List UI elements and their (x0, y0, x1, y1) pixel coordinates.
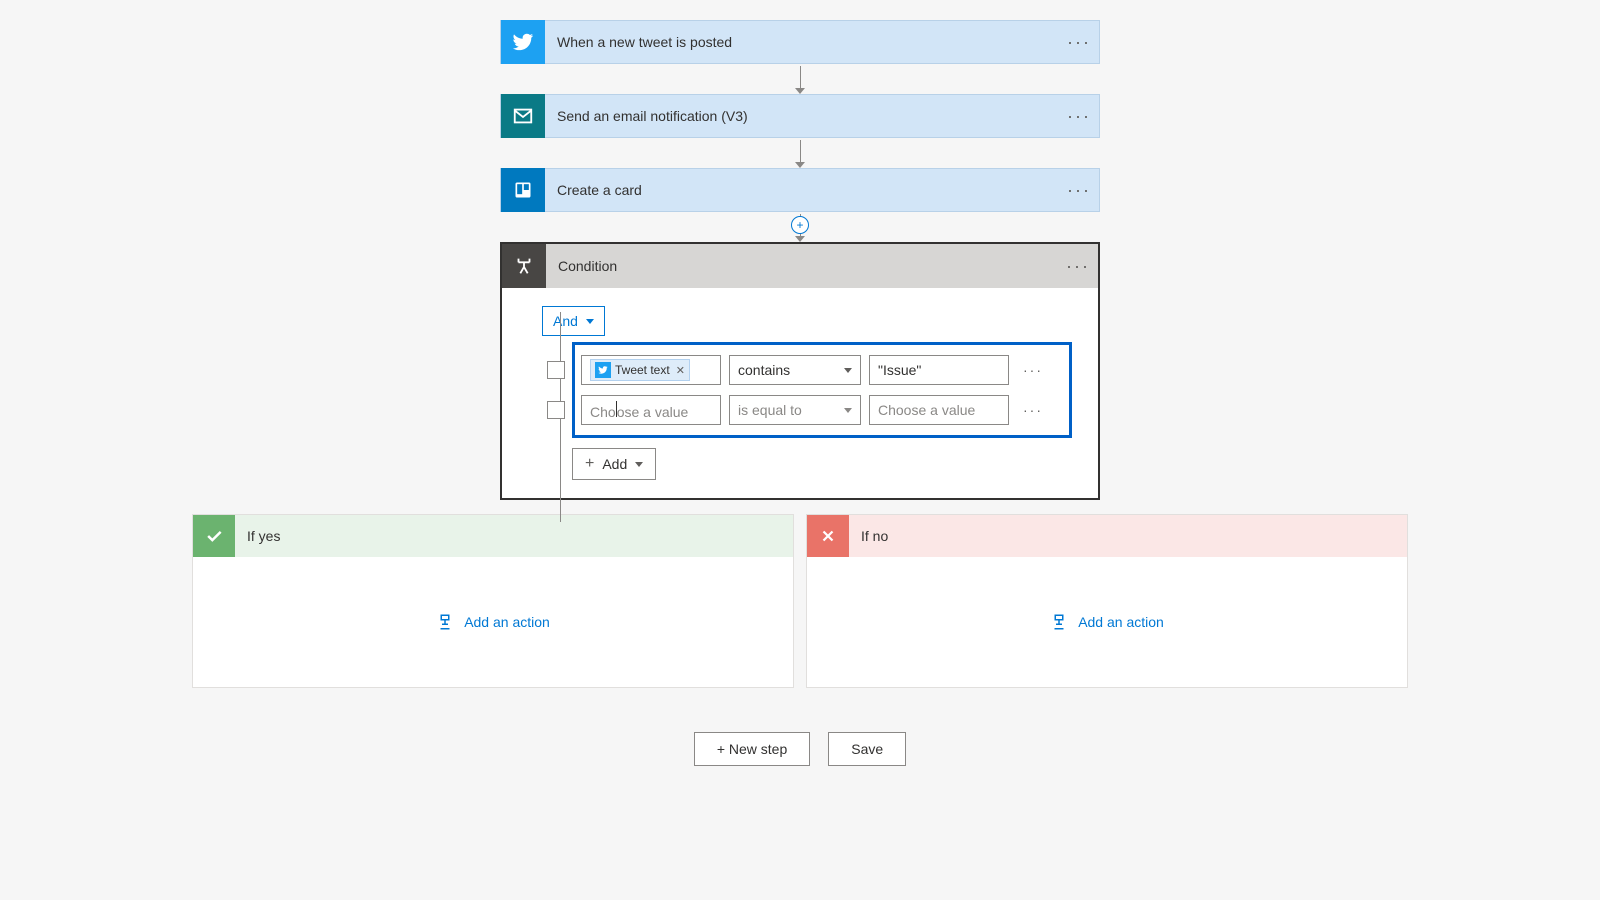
step-menu-button[interactable]: ··· (1059, 32, 1099, 53)
dynamic-token-tweet-text: Tweet text ✕ (590, 359, 690, 381)
flow-arrow: + (795, 212, 805, 242)
close-icon (807, 515, 849, 557)
condition-row: Choose a value is equal to Choose a valu… (589, 395, 1055, 425)
condition-row: Tweet text ✕ contains "Issue" ··· (589, 355, 1055, 385)
add-action-label: Add an action (464, 614, 550, 630)
token-remove-button[interactable]: ✕ (674, 364, 685, 377)
check-icon (193, 515, 235, 557)
chevron-down-icon (844, 368, 852, 373)
text-cursor (616, 401, 617, 417)
step-title: When a new tweet is posted (545, 34, 1059, 50)
condition-header[interactable]: Condition ··· (502, 244, 1098, 288)
branch-title: If yes (235, 528, 280, 544)
flow-arrow (795, 138, 805, 168)
condition-title: Condition (546, 258, 1058, 274)
lhs-value-field[interactable]: Choose a value (581, 395, 721, 425)
save-button[interactable]: Save (828, 732, 906, 766)
twitter-icon (595, 362, 611, 378)
add-label: Add (602, 456, 627, 472)
rhs-value: "Issue" (878, 362, 921, 378)
rhs-value-field[interactable]: Choose a value (869, 395, 1009, 425)
bottom-toolbar: + New step Save (694, 732, 906, 766)
rhs-value-field[interactable]: "Issue" (869, 355, 1009, 385)
rhs-placeholder: Choose a value (878, 402, 975, 418)
new-step-button[interactable]: + New step (694, 732, 810, 766)
twitter-icon (501, 20, 545, 64)
row-menu-button[interactable]: ··· (1023, 362, 1043, 378)
chevron-down-icon (635, 462, 643, 467)
branch-header[interactable]: If no (807, 515, 1407, 557)
operator-dropdown[interactable]: is equal to (729, 395, 861, 425)
step-title: Create a card (545, 182, 1059, 198)
row-checkbox[interactable] (547, 401, 565, 419)
group-operator-label: And (553, 313, 578, 329)
trello-icon (501, 168, 545, 212)
operator-label: contains (738, 362, 790, 378)
add-condition-button[interactable]: + Add (572, 448, 656, 480)
row-checkbox[interactable] (547, 361, 565, 379)
group-operator-dropdown[interactable]: And (542, 306, 605, 336)
if-yes-branch: If yes Add an action (192, 514, 794, 688)
condition-icon (502, 244, 546, 288)
lhs-placeholder: Choose a value (590, 401, 688, 420)
branch-header[interactable]: If yes (193, 515, 793, 557)
row-menu-button[interactable]: ··· (1023, 402, 1043, 418)
condition-branches: If yes Add an action If no (192, 514, 1408, 688)
step-twitter-trigger[interactable]: When a new tweet is posted ··· (500, 20, 1100, 64)
add-action-button[interactable]: Add an action (1050, 613, 1164, 631)
step-title: Send an email notification (V3) (545, 108, 1059, 124)
branch-title: If no (849, 528, 888, 544)
if-no-branch: If no Add an action (806, 514, 1408, 688)
flow-arrow (795, 64, 805, 94)
add-action-icon (1050, 613, 1068, 631)
condition-menu-button[interactable]: ··· (1058, 256, 1098, 277)
step-menu-button[interactable]: ··· (1059, 106, 1099, 127)
condition-card: Condition ··· And (500, 242, 1100, 500)
add-action-button[interactable]: Add an action (436, 613, 550, 631)
operator-dropdown[interactable]: contains (729, 355, 861, 385)
step-send-email[interactable]: Send an email notification (V3) ··· (500, 94, 1100, 138)
chevron-down-icon (844, 408, 852, 413)
chevron-down-icon (586, 319, 594, 324)
add-action-icon (436, 613, 454, 631)
add-action-label: Add an action (1078, 614, 1164, 630)
insert-step-button[interactable]: + (791, 216, 809, 234)
operator-label: is equal to (738, 402, 802, 418)
plus-icon: + (585, 455, 594, 473)
step-menu-button[interactable]: ··· (1059, 180, 1099, 201)
lhs-value-field[interactable]: Tweet text ✕ (581, 355, 721, 385)
token-label: Tweet text (615, 363, 670, 377)
condition-rows-group: Tweet text ✕ contains "Issue" ··· (572, 342, 1072, 438)
step-create-card[interactable]: Create a card ··· (500, 168, 1100, 212)
mail-icon (501, 94, 545, 138)
